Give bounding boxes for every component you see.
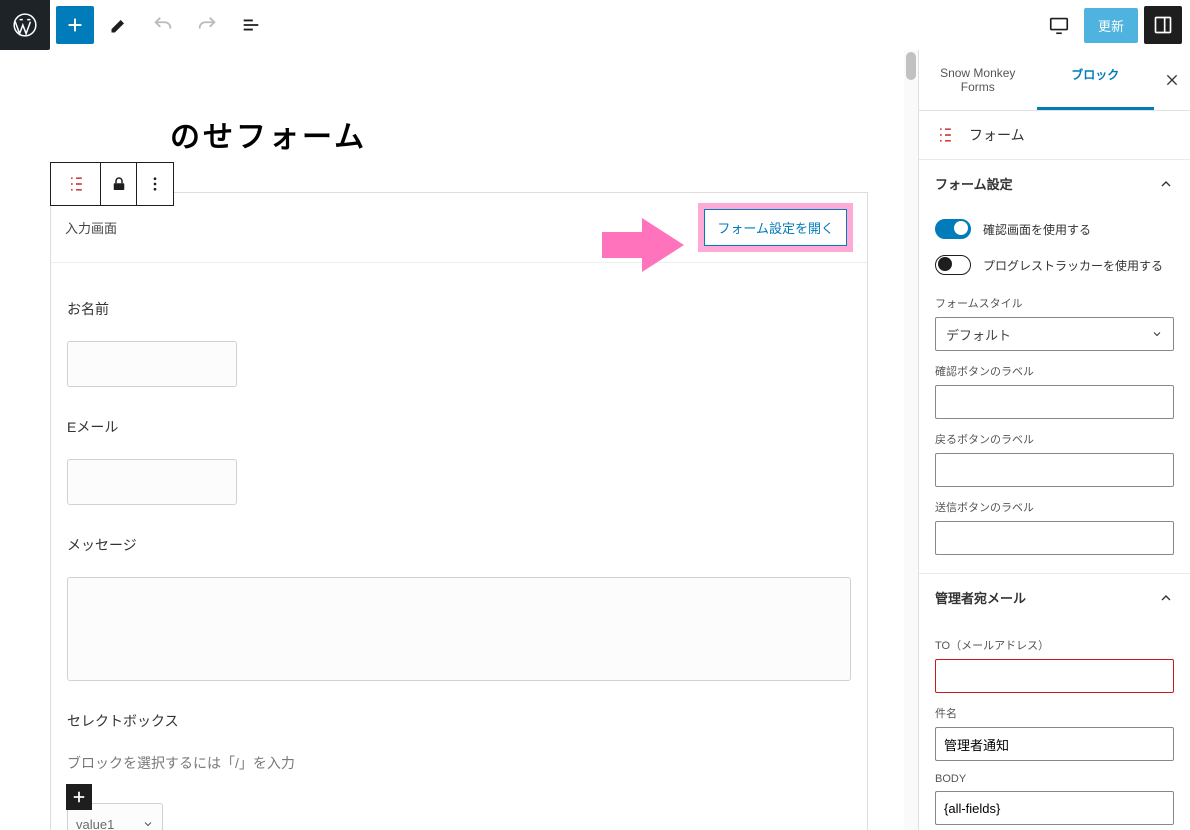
toggle-label: 確認画面を使用する bbox=[983, 221, 1091, 238]
toggle-confirm-screen[interactable] bbox=[935, 219, 971, 239]
block-editor: のせフォーム 入力画面 フォーム設定を開く お名前 Eメール bbox=[0, 50, 918, 830]
tab-plugin[interactable]: Snow Monkey Forms bbox=[919, 50, 1037, 110]
chevron-down-icon bbox=[1151, 328, 1163, 340]
admin-mail-body-input[interactable] bbox=[935, 791, 1174, 825]
callout-arrow-icon bbox=[602, 218, 684, 272]
label-form-style: フォームスタイル bbox=[935, 295, 1174, 311]
redo-button[interactable] bbox=[188, 6, 226, 44]
toggle-progress-tracker[interactable] bbox=[935, 255, 971, 275]
edit-mode-button[interactable] bbox=[100, 6, 138, 44]
admin-mail-to-input[interactable] bbox=[935, 659, 1174, 693]
chevron-up-icon bbox=[1158, 590, 1174, 606]
undo-button[interactable] bbox=[144, 6, 182, 44]
settings-panel-toggle[interactable] bbox=[1144, 6, 1182, 44]
field-label-message: メッセージ bbox=[67, 535, 851, 555]
sidebar-tabs: Snow Monkey Forms ブロック bbox=[919, 50, 1190, 111]
panel-form-settings: フォーム設定 確認画面を使用する プログレストラッカーを使用する フォームスタイ… bbox=[919, 159, 1190, 573]
form-icon bbox=[935, 125, 955, 145]
message-textarea[interactable] bbox=[67, 577, 851, 681]
open-form-settings-button[interactable]: フォーム設定を開く bbox=[704, 209, 847, 246]
wp-logo[interactable] bbox=[0, 0, 50, 50]
settings-sidebar: Snow Monkey Forms ブロック フォーム フォーム設定 確認画面を… bbox=[918, 50, 1190, 830]
label-confirm-btn: 確認ボタンのラベル bbox=[935, 363, 1174, 379]
label-send-btn: 送信ボタンのラベル bbox=[935, 499, 1174, 515]
close-sidebar-button[interactable] bbox=[1154, 50, 1190, 110]
view-desktop-button[interactable] bbox=[1040, 6, 1078, 44]
form-style-select[interactable]: デフォルト bbox=[935, 317, 1174, 351]
chevron-down-icon bbox=[142, 818, 154, 830]
more-options-button[interactable] bbox=[137, 163, 173, 205]
block-floating-toolbar bbox=[50, 162, 174, 206]
panel-admin-mail: 管理者宛メール TO（メールアドレス） 件名 BODY bbox=[919, 573, 1190, 830]
field-label-name: お名前 bbox=[67, 299, 851, 319]
label-back-btn: 戻るボタンのラベル bbox=[935, 431, 1174, 447]
name-input[interactable] bbox=[67, 341, 237, 387]
block-type-icon[interactable] bbox=[51, 163, 101, 205]
field-label-select: セレクトボックス bbox=[67, 711, 851, 731]
field-label-email: Eメール bbox=[67, 417, 851, 437]
chevron-up-icon bbox=[1158, 176, 1174, 192]
panel-toggle-form-settings[interactable]: フォーム設定 bbox=[919, 160, 1190, 207]
add-block-button[interactable] bbox=[56, 6, 94, 44]
toggle-label: プログレストラッカーを使用する bbox=[983, 257, 1163, 274]
email-input[interactable] bbox=[67, 459, 237, 505]
admin-mail-subject-input[interactable] bbox=[935, 727, 1174, 761]
confirm-btn-label-input[interactable] bbox=[935, 385, 1174, 419]
back-btn-label-input[interactable] bbox=[935, 453, 1174, 487]
update-button[interactable]: 更新 bbox=[1084, 8, 1138, 43]
open-settings-highlight: フォーム設定を開く bbox=[698, 203, 853, 252]
page-title[interactable]: のせフォーム bbox=[170, 112, 868, 156]
document-overview-button[interactable] bbox=[232, 6, 270, 44]
label-body: BODY bbox=[935, 773, 1174, 785]
send-btn-label-input[interactable] bbox=[935, 521, 1174, 555]
block-name-label: フォーム bbox=[969, 125, 1025, 145]
block-name-row: フォーム bbox=[919, 111, 1190, 159]
top-toolbar: 更新 bbox=[0, 0, 1190, 50]
block-insert-placeholder[interactable]: ブロックを選択するには「/」を入力 bbox=[67, 753, 851, 773]
label-to: TO（メールアドレス） bbox=[935, 637, 1174, 653]
append-block-button[interactable] bbox=[66, 784, 92, 810]
lock-icon[interactable] bbox=[101, 163, 137, 205]
select-value: value1 bbox=[76, 817, 114, 830]
panel-toggle-admin-mail[interactable]: 管理者宛メール bbox=[919, 574, 1190, 621]
form-header-label: 入力画面 bbox=[65, 218, 117, 237]
tab-block[interactable]: ブロック bbox=[1037, 50, 1155, 110]
label-subject: 件名 bbox=[935, 705, 1174, 721]
form-block: 入力画面 フォーム設定を開く お名前 Eメール メッセージ セレ bbox=[50, 192, 868, 830]
